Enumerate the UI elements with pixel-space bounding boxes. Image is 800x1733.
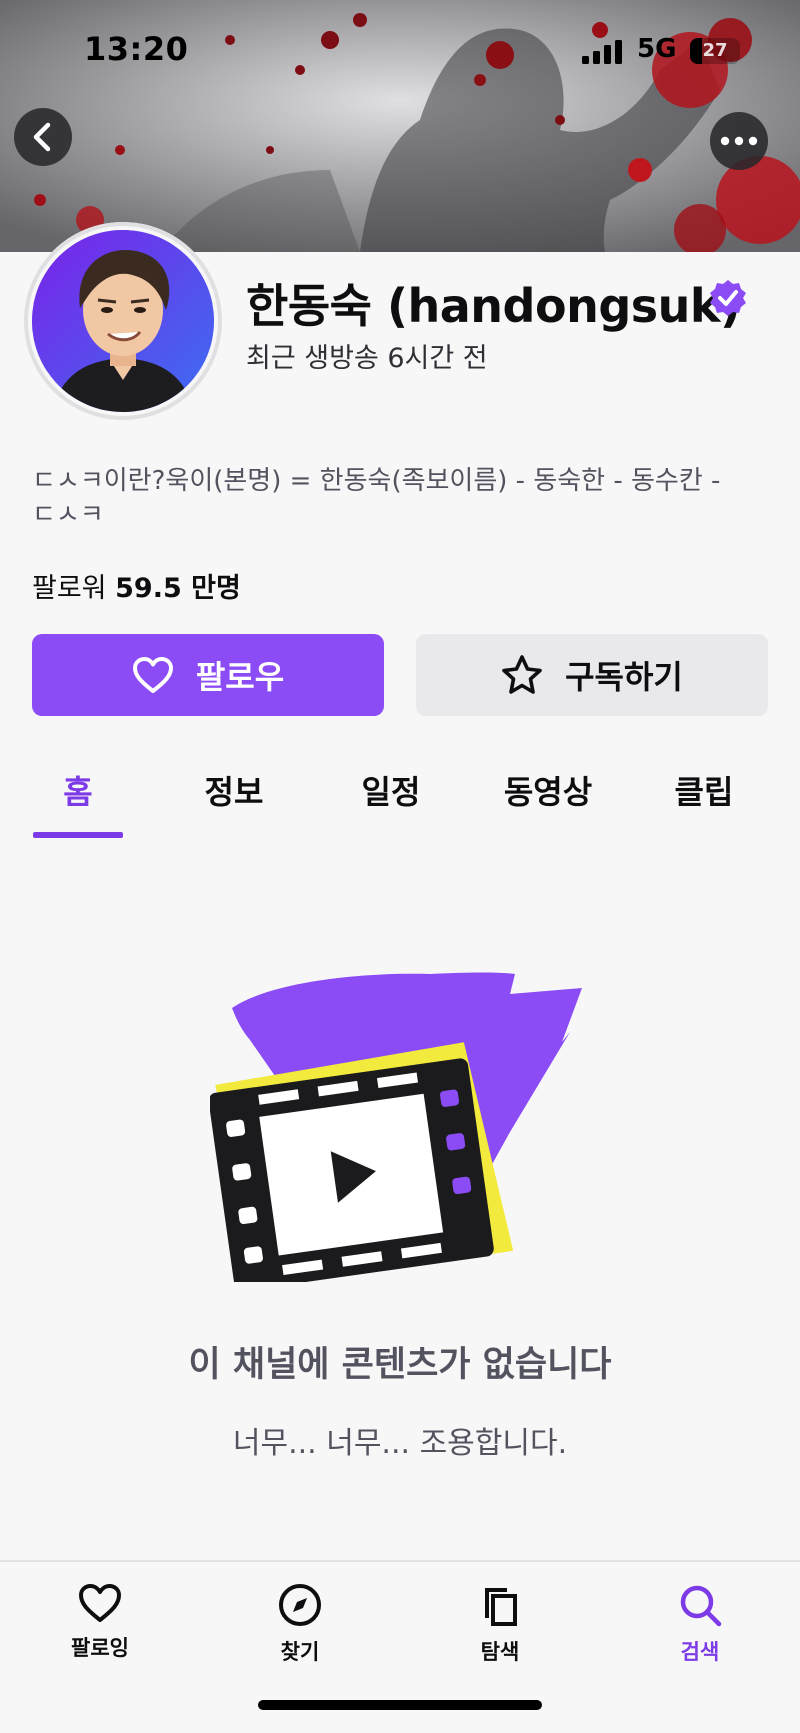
compass-icon [279,1584,321,1626]
more-dots-icon [720,136,758,146]
tab-clips[interactable]: 클립 [626,752,782,838]
nav-discover-label: 찾기 [280,1640,320,1664]
status-time: 13:20 [84,30,189,68]
heart-icon [79,1584,121,1622]
channel-name: 한동숙 (handongsuk) [246,279,741,333]
nav-browse[interactable]: 탐색 [430,1582,570,1692]
network-type: 5G [637,34,677,64]
search-icon [680,1585,722,1627]
battery-level: 27 [702,40,728,61]
follower-number: 59.5 만명 [115,573,241,604]
subscribe-button-label: 구독하기 [565,658,683,696]
star-icon [502,655,542,694]
browse-icon [485,1588,517,1626]
verified-badge-icon [710,280,746,316]
channel-banner: 13:20 5G 27 [0,0,800,252]
home-indicator[interactable] [258,1700,542,1710]
signal-icon [582,40,622,64]
active-tab-indicator [33,832,123,838]
follow-button[interactable]: 팔로우 [32,634,384,716]
avatar [24,222,222,420]
follower-label: 팔로워 [32,573,107,604]
tab-schedule[interactable]: 일정 [313,752,469,838]
avatar-image [32,230,214,412]
chevron-left-icon [33,122,51,152]
empty-state-subtitle: 너무... 너무... 조용합니다. [232,1426,568,1461]
last-live-status: 최근 생방송 6시간 전 [246,343,488,374]
heart-icon [132,657,173,693]
nav-browse-label: 탐색 [480,1640,520,1664]
status-bar: 13:20 5G 27 [0,0,800,100]
nav-discover[interactable]: 찾기 [230,1582,370,1692]
tab-home[interactable]: 홈 [0,752,156,838]
more-options-button[interactable] [710,112,768,170]
nav-search[interactable]: 검색 [630,1582,770,1692]
tab-videos[interactable]: 동영상 [470,752,626,838]
follow-button-label: 팔로우 [195,658,285,696]
empty-video-illustration-icon [210,972,582,1282]
battery-icon: 27 [690,38,740,64]
channel-tabs: 홈 정보 일정 동영상 클립 [0,752,800,838]
nav-following[interactable]: 팔로잉 [30,1582,170,1692]
nav-following-label: 팔로잉 [71,1636,129,1660]
empty-state-title: 이 채널에 콘텐츠가 없습니다 [188,1345,612,1385]
nav-search-label: 검색 [680,1640,720,1664]
subscribe-button[interactable]: 구독하기 [416,634,768,716]
tab-about[interactable]: 정보 [156,752,312,838]
follower-count: 팔로워 59.5 만명 [32,566,241,605]
channel-bio: ㄷㅅㅋ이란?욱이(본명) = 한동숙(족보이름) - 동숙한 - 동수칸 - ㄷ… [32,466,721,530]
back-button[interactable] [14,108,72,166]
